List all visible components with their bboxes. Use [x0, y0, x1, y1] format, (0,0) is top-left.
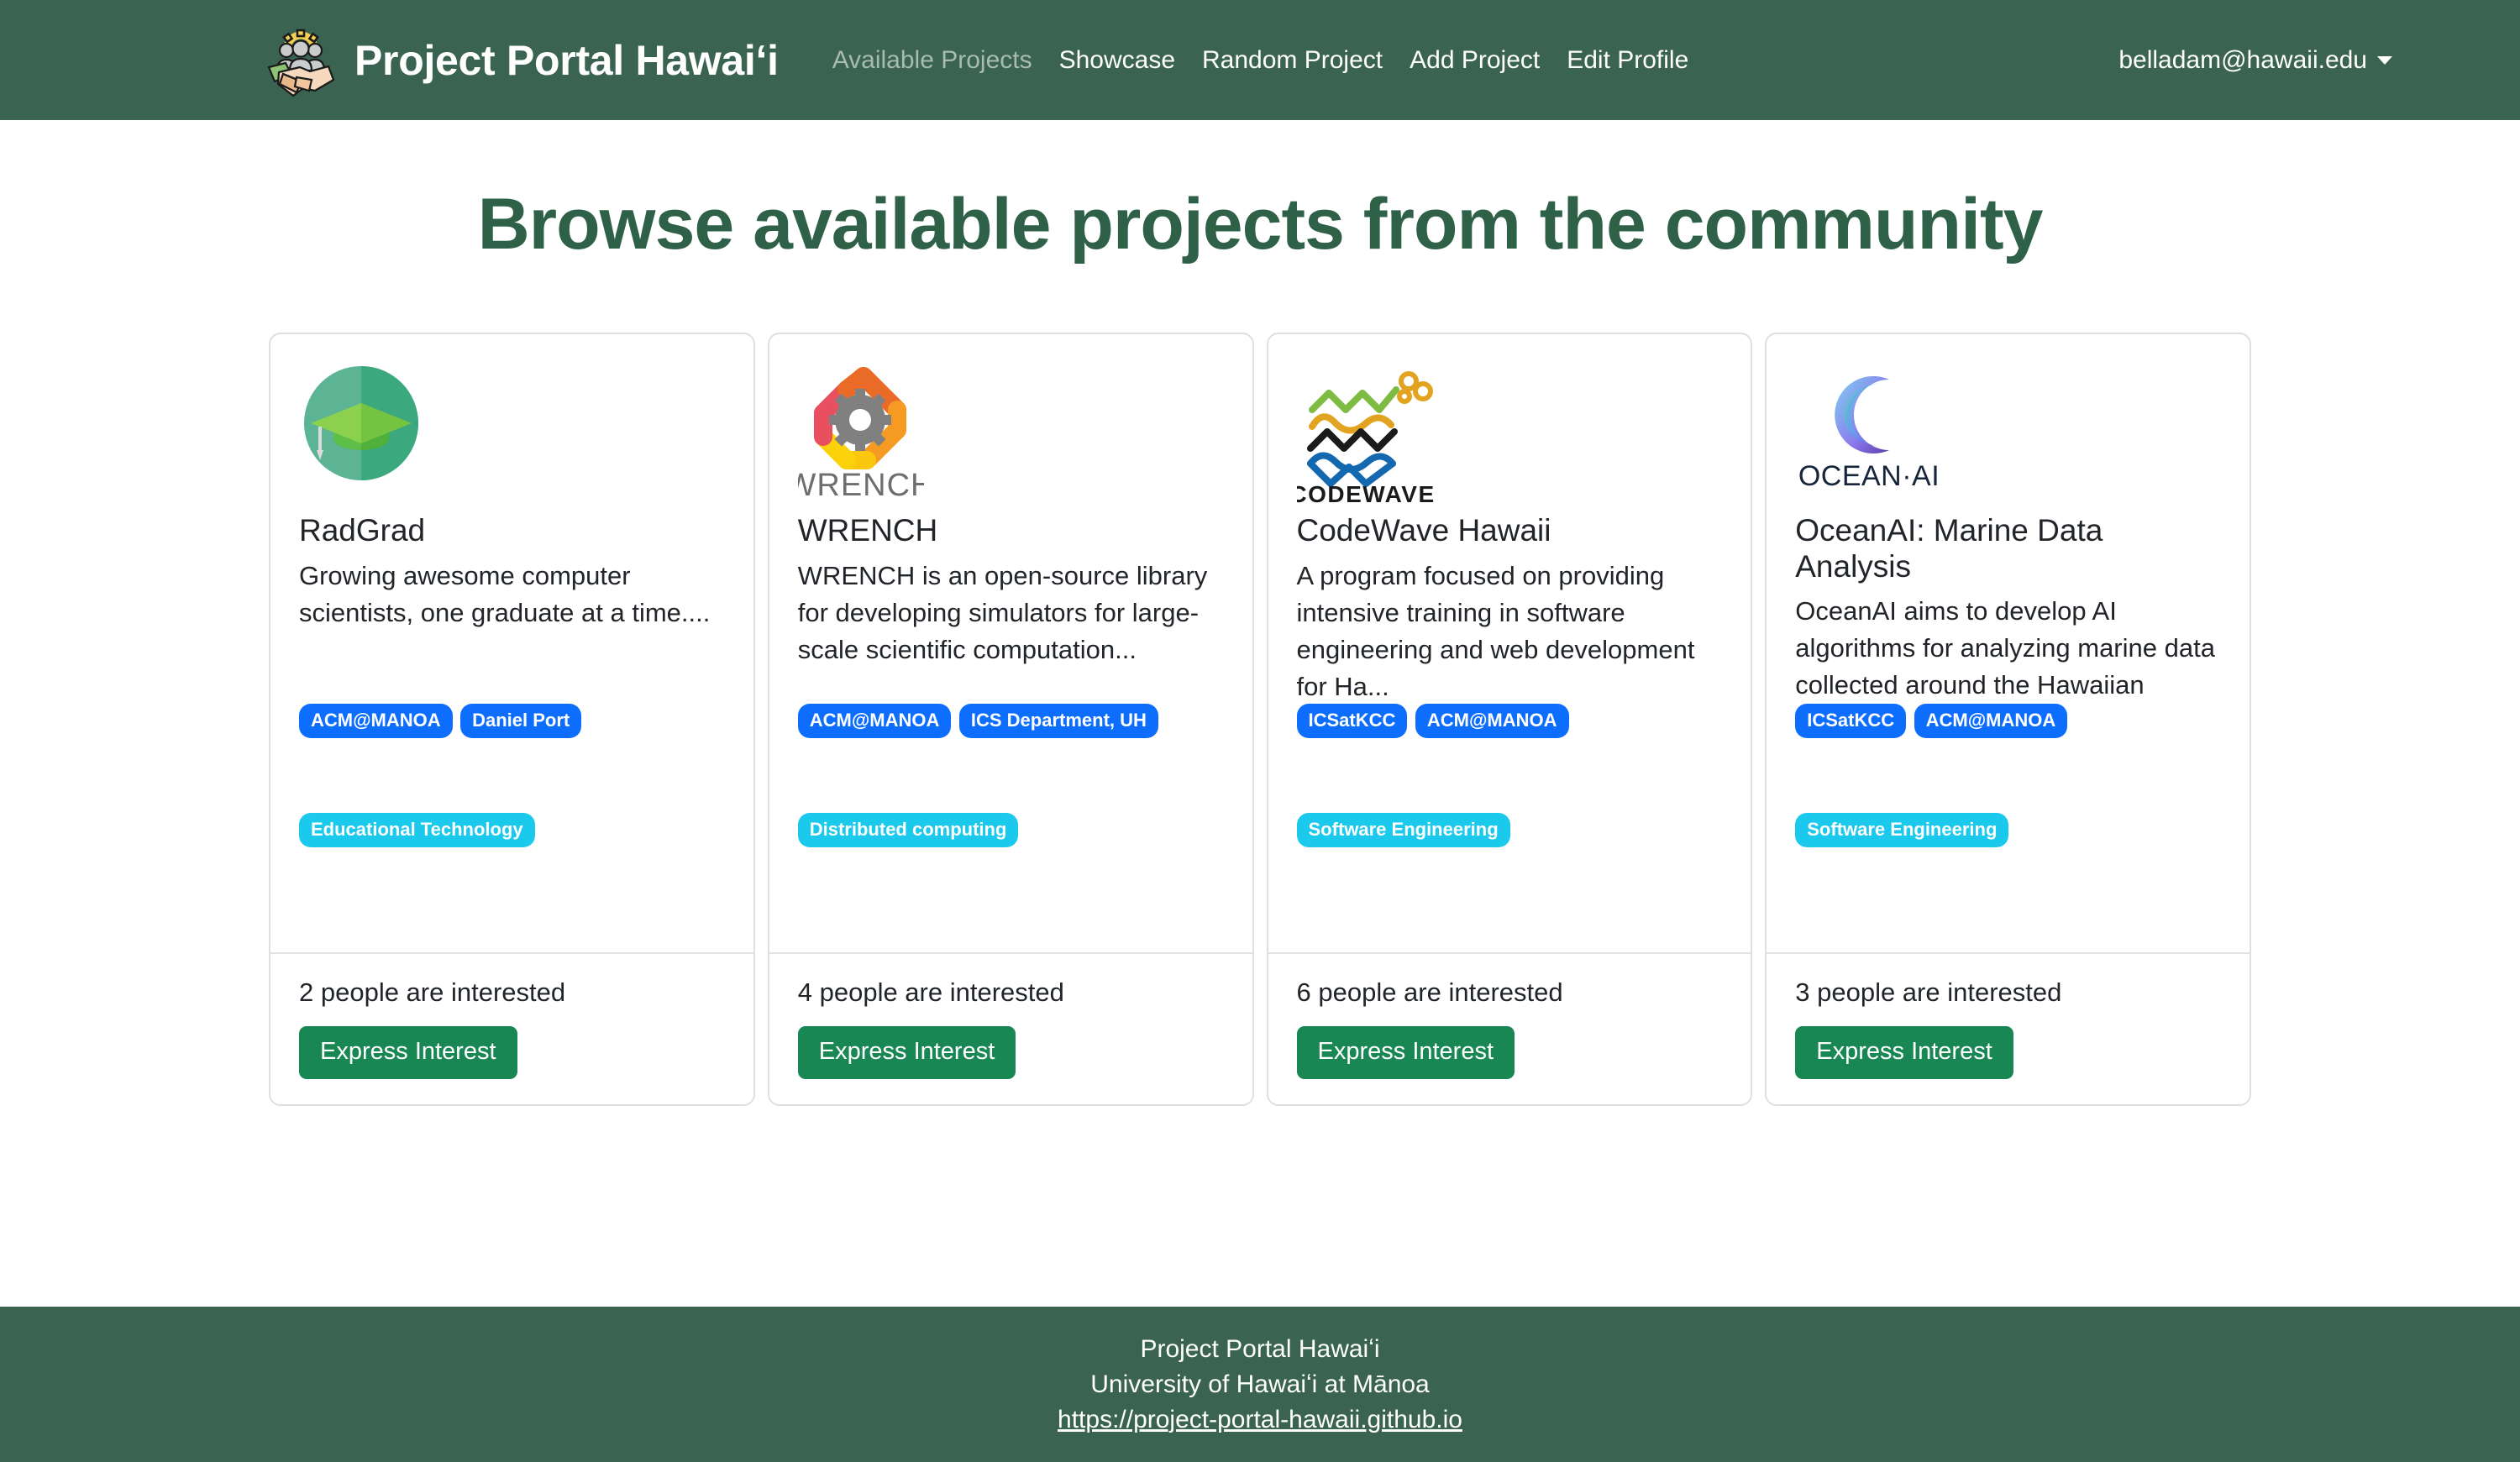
svg-text:WRENCH: WRENCH — [798, 468, 924, 503]
topic-badge[interactable]: Distributed computing — [797, 813, 1019, 847]
interest-badge[interactable]: ICSatKCC — [1296, 704, 1408, 738]
interest-badges: ACM@MANOA Daniel Port — [299, 704, 737, 738]
topic-badges: Distributed computing — [797, 813, 1236, 847]
nav-link-random-project[interactable]: Random Project — [1189, 46, 1396, 75]
card-footer: 6 people are interested Express Interest — [1268, 952, 1751, 1104]
interest-count-label: 3 people are interested — [1795, 977, 2062, 1008]
top-navbar: Project Portal Hawaiʻi Available Project… — [0, 0, 2520, 120]
topic-badges: Educational Technology — [299, 813, 737, 847]
card-body: WRENCH WRENCH WRENCH is an open-source l… — [769, 334, 1252, 952]
nav-link-available-projects[interactable]: Available Projects — [819, 46, 1046, 75]
card-body: CODEWAVE CodeWave Hawaii A program focus… — [1268, 334, 1751, 952]
interest-badges: ICSatKCC ACM@MANOA — [1795, 704, 2233, 738]
brand-link[interactable]: Project Portal Hawaiʻi — [262, 22, 779, 99]
card-title: CodeWave Hawaii — [1296, 513, 1551, 548]
handshake-people-gear-logo-icon — [262, 22, 339, 99]
wrench-gear-logo-icon: WRENCH — [798, 361, 1224, 508]
svg-text:OCEAN·AI: OCEAN·AI — [1798, 460, 1940, 492]
radgrad-graduation-cap-logo-icon — [299, 361, 725, 508]
interest-count-label: 6 people are interested — [1296, 977, 1563, 1008]
project-card[interactable]: CODEWAVE CodeWave Hawaii A program focus… — [1266, 333, 1753, 1106]
oceanai-crescent-logo-icon: OCEAN·AI — [1795, 361, 2221, 508]
interest-badge[interactable]: ICSatKCC — [1795, 704, 1907, 738]
nav-link-edit-profile[interactable]: Edit Profile — [1553, 46, 1702, 75]
interest-badges: ACM@MANOA ICS Department, UH — [797, 704, 1236, 738]
chevron-down-icon — [2377, 55, 2392, 65]
card-footer: 4 people are interested Express Interest — [769, 952, 1252, 1104]
card-footer: 3 people are interested Express Interest — [1767, 952, 2250, 1104]
interest-badge[interactable]: ACM@MANOA — [797, 704, 952, 738]
card-title: RadGrad — [299, 513, 426, 548]
brand-title: Project Portal Hawaiʻi — [354, 36, 779, 84]
topic-badge[interactable]: Software Engineering — [1296, 813, 1510, 847]
interest-count-label: 2 people are interested — [299, 977, 566, 1008]
nav-link-add-project[interactable]: Add Project — [1396, 46, 1553, 75]
interest-badge[interactable]: Daniel Port — [460, 704, 582, 738]
topic-badge[interactable]: Software Engineering — [1795, 813, 2009, 847]
card-description: WRENCH is an open-source library for dev… — [797, 560, 1208, 664]
card-footer: 2 people are interested Express Interest — [270, 952, 753, 1104]
card-description: Growing awesome computer scientists, one… — [299, 560, 711, 627]
express-interest-button[interactable]: Express Interest — [1296, 1026, 1515, 1079]
project-card[interactable]: WRENCH WRENCH WRENCH is an open-source l… — [767, 333, 1254, 1106]
interest-badge[interactable]: ACM@MANOA — [1914, 704, 2068, 738]
site-footer: Project Portal Hawaiʻi University of Haw… — [0, 1307, 2520, 1462]
footer-site-name: Project Portal Hawaiʻi — [1140, 1334, 1380, 1363]
card-title: OceanAI: Marine Data Analysis — [1795, 513, 2103, 584]
express-interest-button[interactable]: Express Interest — [299, 1026, 517, 1079]
topic-badges: Software Engineering — [1795, 813, 2233, 847]
interest-badge[interactable]: ACM@MANOA — [1415, 704, 1569, 738]
user-menu-dropdown[interactable]: belladam@hawaii.edu — [2118, 46, 2392, 75]
interest-badge[interactable]: ICS Department, UH — [958, 704, 1158, 738]
footer-university: University of Hawaiʻi at Mānoa — [1090, 1370, 1430, 1398]
interest-count-label: 4 people are interested — [797, 977, 1064, 1008]
express-interest-button[interactable]: Express Interest — [797, 1026, 1016, 1079]
project-card[interactable]: OCEAN·AI OceanAI: Marine Data Analysis O… — [1765, 333, 2251, 1106]
project-card-deck: RadGrad Growing awesome computer scienti… — [269, 333, 2251, 1106]
topic-badge[interactable]: Educational Technology — [299, 813, 535, 847]
topic-badges: Software Engineering — [1296, 813, 1735, 847]
user-email-label: belladam@hawaii.edu — [2118, 45, 2367, 74]
interest-badge[interactable]: ACM@MANOA — [299, 704, 453, 738]
card-body: OCEAN·AI OceanAI: Marine Data Analysis O… — [1767, 334, 2250, 952]
footer-site-link[interactable]: https://project-portal-hawaii.github.io — [1058, 1406, 1462, 1434]
card-description: A program focused on providing intensive… — [1296, 560, 1695, 701]
project-card[interactable]: RadGrad Growing awesome computer scienti… — [269, 333, 755, 1106]
express-interest-button[interactable]: Express Interest — [1795, 1026, 2013, 1079]
svg-text:CODEWAVE: CODEWAVE — [1297, 481, 1436, 507]
card-title: WRENCH — [797, 513, 938, 548]
codewave-hawaii-waves-logo-icon: CODEWAVE — [1297, 361, 1723, 508]
page-title: Browse available projects from the commu… — [477, 184, 2044, 265]
interest-badges: ICSatKCC ACM@MANOA — [1296, 704, 1735, 738]
nav-link-showcase[interactable]: Showcase — [1046, 46, 1189, 75]
card-body: RadGrad Growing awesome computer scienti… — [270, 334, 753, 952]
primary-nav: Available Projects Showcase Random Proje… — [819, 46, 1703, 75]
